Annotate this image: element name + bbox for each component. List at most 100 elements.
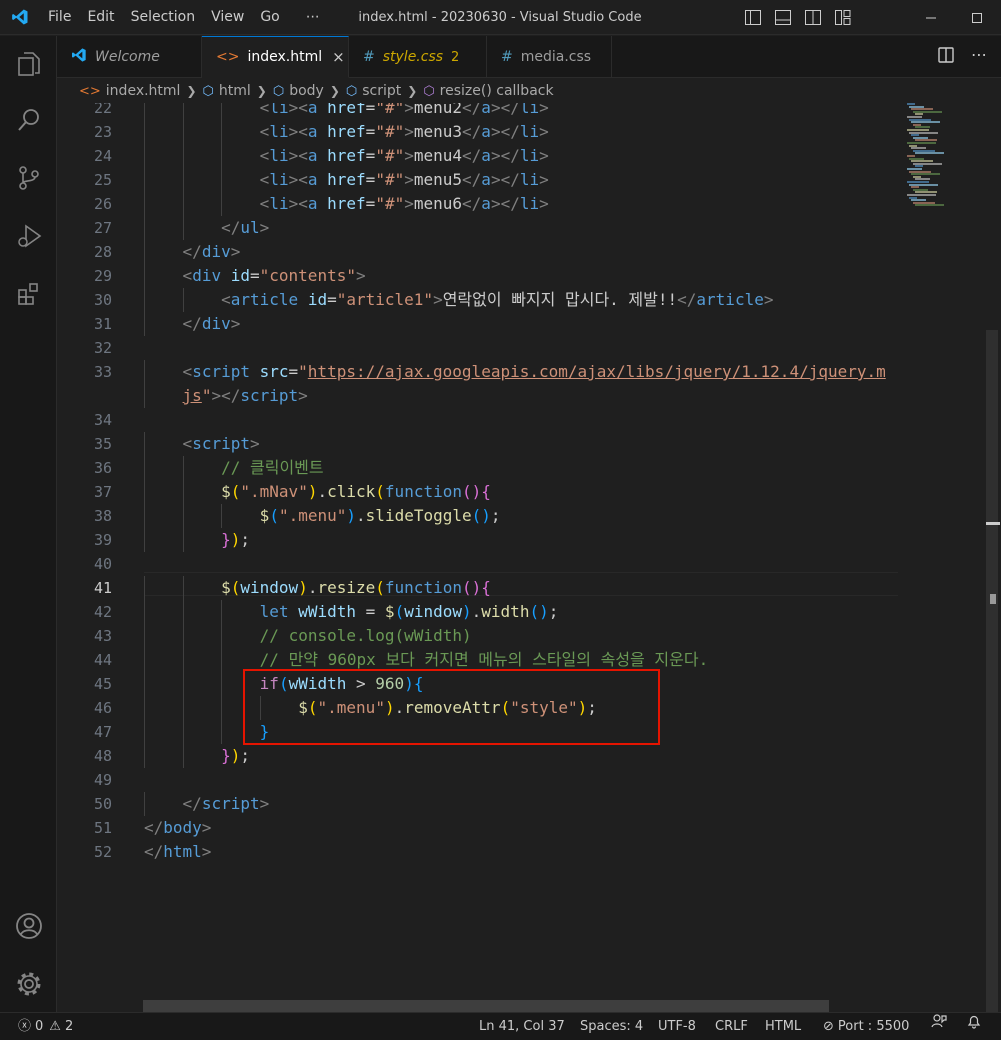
extensions-icon[interactable]	[0, 270, 57, 318]
source-control-icon[interactable]	[0, 154, 57, 202]
menu-edit[interactable]: Edit	[79, 0, 122, 35]
indent-guide	[144, 192, 145, 216]
live-server-port[interactable]: ⊘ Port : 5500	[823, 1013, 909, 1040]
customize-layout-icon[interactable]	[834, 9, 852, 26]
encoding[interactable]: UTF-8	[658, 1013, 696, 1040]
problem-count-badge: 2	[451, 49, 460, 65]
accounts-icon[interactable]	[0, 902, 57, 950]
code-line: <div id="contents">	[182, 266, 366, 285]
line-number: 45	[93, 675, 112, 693]
menu-more[interactable]: ⋯	[298, 0, 328, 35]
chevron-right-icon: ❯	[186, 84, 197, 98]
indent-guide	[182, 672, 184, 696]
tab-style-css[interactable]: # style.css 2	[349, 36, 487, 78]
breadcrumb-file[interactable]: <> index.html	[79, 83, 180, 99]
explorer-icon[interactable]	[0, 40, 57, 88]
minimize-button[interactable]	[908, 0, 954, 35]
css-hash-icon: #	[363, 49, 375, 65]
status-bar: ⓧ 0 ⚠ 2 Ln 41, Col 37 Spaces: 4 UTF-8 CR…	[0, 1012, 1001, 1040]
tab-welcome[interactable]: Welcome	[57, 36, 202, 78]
line-number: 46	[93, 699, 112, 717]
code-editor[interactable]: 22 <li><a href="#">menu2</a></li> 23 <li><a…	[57, 103, 1001, 1013]
indentation[interactable]: Spaces: 4	[580, 1013, 643, 1040]
maximize-button[interactable]	[954, 0, 1000, 35]
window-title: index.html - 20230630 - Visual Studio Co…	[358, 10, 642, 25]
tab-index-html[interactable]: <> index.html ×	[202, 36, 349, 78]
search-icon[interactable]	[0, 96, 57, 144]
code-line: <li><a href="#">menu5</a></li>	[259, 170, 549, 189]
chevron-right-icon: ❯	[407, 84, 418, 98]
line-number: 51	[93, 819, 112, 837]
indent-guide	[144, 384, 145, 408]
vertical-scroll-thumb[interactable]	[986, 330, 998, 1012]
code-line: $(".menu").removeAttr("style");	[298, 698, 597, 717]
tab-label: media.css	[520, 49, 592, 65]
split-editor-icon[interactable]	[937, 46, 955, 68]
run-debug-icon[interactable]	[0, 212, 57, 260]
tab-label: Welcome	[95, 49, 160, 65]
tab-media-css[interactable]: # media.css	[487, 36, 612, 78]
line-number: 36	[93, 459, 112, 477]
problems-indicator[interactable]: ⓧ 0 ⚠ 2	[18, 1013, 73, 1040]
scroll-cursor-marker	[990, 594, 996, 604]
code-line: let wWidth = $(window).width();	[259, 602, 559, 621]
code-line: }	[259, 722, 270, 741]
horizontal-scroll-thumb[interactable]	[143, 1000, 829, 1012]
indent-guide	[144, 600, 145, 624]
line-number: 22	[93, 103, 112, 117]
notifications-bell-icon[interactable]	[966, 1013, 982, 1029]
code-line: $(".menu").slideToggle();	[259, 506, 501, 525]
indent-guide	[221, 720, 223, 744]
breadcrumb-resize-callback[interactable]: ⬡ resize() callback	[423, 83, 553, 99]
toggle-secondary-sidebar-icon[interactable]	[804, 9, 822, 26]
menu-go[interactable]: Go	[252, 0, 287, 35]
line-number: 50	[93, 795, 112, 813]
indent-guide	[144, 432, 145, 456]
indent-guide	[221, 600, 223, 624]
indent-guide	[144, 120, 145, 144]
more-actions-icon[interactable]: ⋯	[971, 46, 987, 68]
tab-label: style.css	[382, 49, 444, 65]
minimap[interactable]	[904, 103, 984, 233]
feedback-icon[interactable]	[931, 1013, 947, 1029]
indent-guide	[182, 528, 184, 552]
code-line: <li><a href="#">menu2</a></li>	[259, 103, 549, 117]
line-number: 29	[93, 267, 112, 285]
no-entry-icon: ⊘	[823, 1019, 834, 1034]
vscode-logo-icon[interactable]	[0, 0, 40, 35]
code-line: // 만약 960px 보다 커지면 메뉴의 스타일의 속성을 지운다.	[259, 650, 709, 669]
breadcrumb-label: resize() callback	[439, 83, 554, 99]
menu-selection[interactable]: Selection	[123, 0, 204, 35]
breadcrumb-script[interactable]: ⬡ script	[346, 83, 401, 99]
menu-file[interactable]: File	[40, 0, 79, 35]
toggle-primary-sidebar-icon[interactable]	[744, 9, 762, 26]
chevron-right-icon: ❯	[256, 84, 267, 98]
indent-guide	[182, 696, 184, 720]
line-number: 37	[93, 483, 112, 501]
close-icon[interactable]: ×	[332, 48, 345, 66]
error-icon: ⓧ	[18, 1019, 32, 1034]
title-bar: File Edit Selection View Go ⋯ index.html…	[0, 0, 1001, 35]
menu-view[interactable]: View	[203, 0, 252, 35]
indent-guide	[144, 720, 145, 744]
minimap-line	[915, 152, 944, 155]
indent-guide	[182, 504, 184, 528]
indent-guide	[144, 168, 145, 192]
end-of-line[interactable]: CRLF	[715, 1013, 748, 1040]
manage-gear-icon[interactable]	[0, 960, 57, 1008]
activity-bar	[0, 36, 57, 1012]
layout-controls	[744, 9, 852, 26]
code-line: <article id="article1">연락없이 빠지지 맙시다. 제발!…	[221, 290, 774, 309]
html-icon: <>	[216, 49, 240, 65]
breadcrumb-html[interactable]: ⬡ html	[203, 83, 251, 99]
indent-guide	[144, 288, 145, 312]
language-mode[interactable]: HTML	[765, 1013, 801, 1040]
minimap-line	[915, 204, 944, 207]
indent-guide	[144, 528, 145, 552]
toggle-panel-icon[interactable]	[774, 9, 792, 26]
line-number: 42	[93, 603, 112, 621]
code-line: <script>	[182, 434, 260, 453]
code-line: </body>	[144, 818, 212, 837]
breadcrumb-body[interactable]: ⬡ body	[273, 83, 324, 99]
cursor-position[interactable]: Ln 41, Col 37	[479, 1013, 565, 1040]
